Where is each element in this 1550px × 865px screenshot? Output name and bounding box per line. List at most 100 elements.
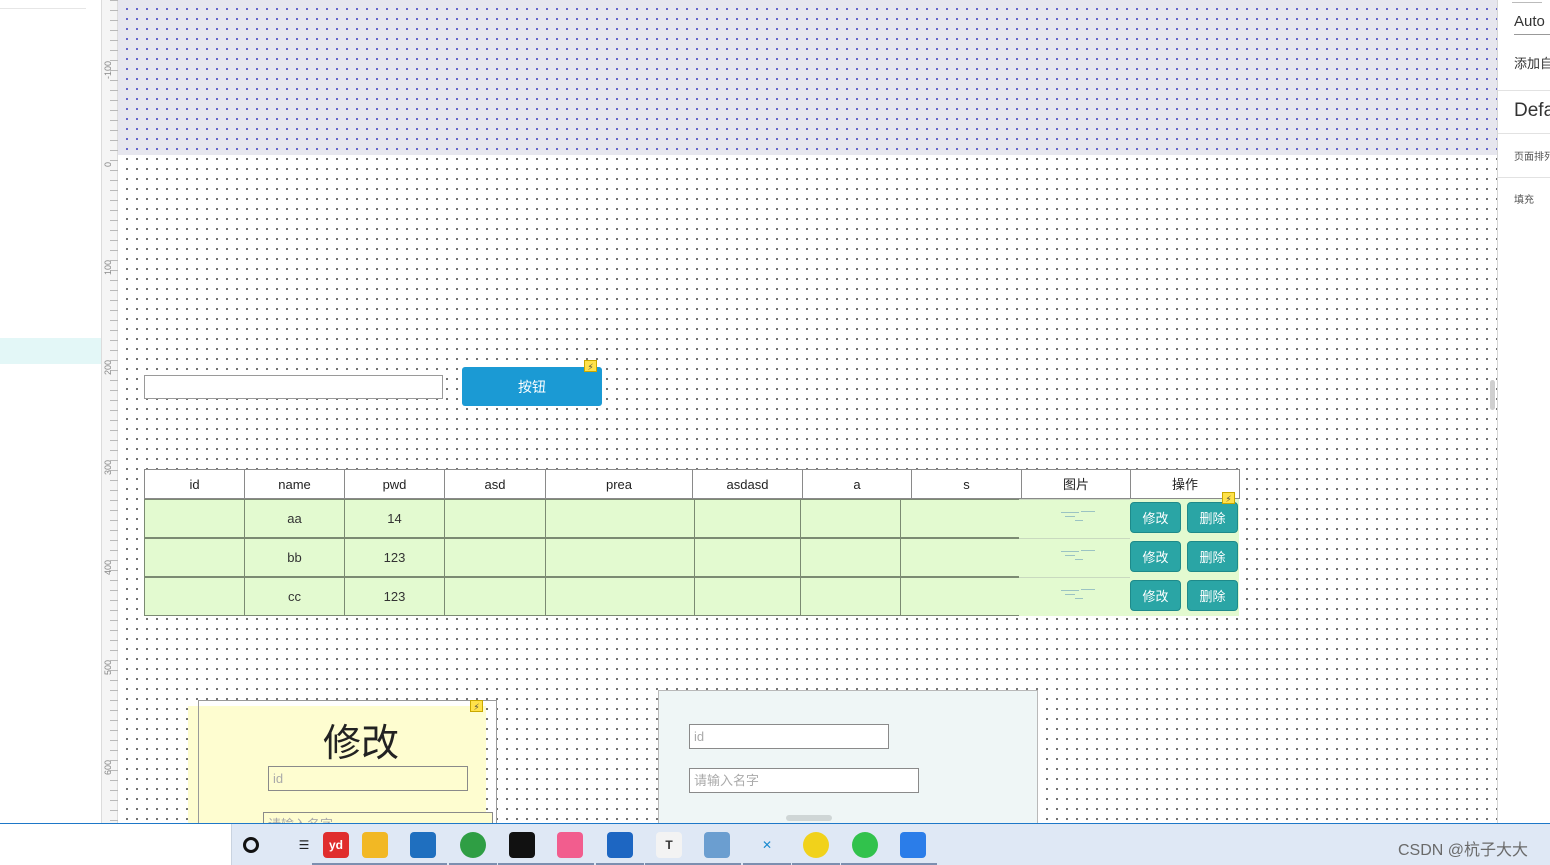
table-cell: 123: [344, 538, 445, 577]
table-cell: [800, 499, 901, 538]
taskbar-search-box[interactable]: [0, 824, 232, 865]
ruler-tick: [110, 110, 118, 111]
ruler-tick: [110, 550, 118, 551]
notebook-icon[interactable]: [704, 832, 730, 858]
ruler-label: 300: [103, 459, 113, 475]
canvas-scrollbar[interactable]: [1490, 380, 1495, 410]
image-cell: [1019, 577, 1130, 616]
wechat-icon[interactable]: [852, 832, 878, 858]
file-explorer-icon[interactable]: [362, 832, 388, 858]
typora-icon[interactable]: T: [656, 832, 682, 858]
ruler-label: 600: [103, 759, 113, 775]
interaction-bolt-icon: ⚡: [470, 700, 483, 712]
delete-row-button[interactable]: 删除: [1187, 541, 1238, 572]
ruler-tick: [110, 500, 118, 501]
delete-row-button[interactable]: 删除: [1187, 580, 1238, 611]
add-id-field[interactable]: id: [689, 724, 889, 749]
right-panel-divider: [1498, 90, 1550, 91]
table-cell: aa: [244, 499, 345, 538]
ruler-tick: [110, 800, 118, 801]
ruler-label: 100: [103, 259, 113, 275]
ruler-tick: [110, 540, 118, 541]
ruler-tick: [110, 40, 118, 41]
resize-handle[interactable]: [786, 815, 832, 821]
ruler-tick: [110, 230, 118, 231]
table-cell: [694, 499, 801, 538]
ruler-tick: [110, 160, 118, 161]
right-panel-field[interactable]: [1512, 0, 1542, 3]
column-header: id: [144, 469, 245, 499]
ruler-tick: [110, 690, 118, 691]
qq-music-icon[interactable]: [803, 832, 829, 858]
youdao-icon[interactable]: yd: [323, 832, 349, 858]
edit-row-button[interactable]: 修改: [1130, 502, 1181, 533]
axure-icon[interactable]: ✕: [754, 832, 780, 858]
table-cell: [144, 499, 245, 538]
delete-row-button[interactable]: 删除: [1187, 502, 1238, 533]
ruler-label: -100: [103, 60, 113, 79]
ruler-tick: [110, 450, 118, 451]
add-name-field[interactable]: 请输入名字: [689, 768, 919, 793]
primary-button[interactable]: 按钮: [462, 367, 602, 406]
ruler-tick: [110, 720, 118, 721]
ruler-tick: [110, 390, 118, 391]
ruler-tick: [110, 610, 118, 611]
auto-dropdown[interactable]: Auto: [1514, 13, 1550, 35]
ruler-tick: [110, 290, 118, 291]
ruler-label: 500: [103, 659, 113, 675]
left-panel-selected-item[interactable]: [0, 338, 101, 364]
edit-name-field[interactable]: 请输入名字: [263, 812, 493, 823]
feishu-icon[interactable]: [900, 832, 926, 858]
ruler-tick: [110, 280, 118, 281]
search-input[interactable]: [144, 375, 443, 399]
cortana-icon[interactable]: [243, 837, 259, 853]
design-canvas[interactable]: 按钮 ⚡ id name pwd asd prea asdasd a s 图片 操作 aa 14 修改删…: [118, 0, 1498, 823]
edit-id-field[interactable]: id: [268, 766, 468, 791]
ruler-tick: [110, 810, 118, 811]
table-cell: [444, 499, 546, 538]
left-panel-divider: [0, 8, 86, 9]
image-cell: [1019, 538, 1130, 577]
ruler-tick: [110, 510, 118, 511]
ruler-tick: [110, 530, 118, 531]
ruler-tick: [110, 630, 118, 631]
ruler-tick: [110, 820, 118, 821]
table-cell: [694, 577, 801, 616]
ruler-tick: [110, 200, 118, 201]
interaction-bolt-icon: ⚡: [1222, 492, 1235, 504]
ruler-tick: [110, 400, 118, 401]
ruler-tick: [110, 80, 118, 81]
ruler-tick: [110, 650, 118, 651]
edit-row-button[interactable]: 修改: [1130, 580, 1181, 611]
ruler-tick: [110, 710, 118, 711]
table-cell: [900, 538, 1020, 577]
default-style-label[interactable]: Defa: [1514, 100, 1550, 122]
ruler-tick: [110, 430, 118, 431]
ruler-tick: [110, 520, 118, 521]
ruler-tick: [110, 590, 118, 591]
data-table: id name pwd asd prea asdasd a s 图片 操作 aa 14 修改 删除 bb 12…: [144, 469, 1240, 616]
ruler-tick: [110, 340, 118, 341]
edit-row-button[interactable]: 修改: [1130, 541, 1181, 572]
column-header: asd: [444, 469, 546, 499]
jetbrains-icon[interactable]: [509, 832, 535, 858]
ruler-tick: [110, 490, 118, 491]
task-view-icon[interactable]: ☰: [291, 832, 317, 858]
chrome-icon[interactable]: [460, 832, 486, 858]
remote-desktop-icon[interactable]: [607, 832, 633, 858]
operation-cell: 修改 删除: [1130, 538, 1239, 577]
ruler-tick: [110, 100, 118, 101]
add-adaptive-link[interactable]: 添加自: [1514, 53, 1550, 72]
ruler-label: 0: [103, 161, 113, 167]
table-cell: [694, 538, 801, 577]
image-thumbnail: [1061, 547, 1097, 567]
ruler-tick: [110, 20, 118, 21]
column-header: pwd: [344, 469, 445, 499]
mail-icon[interactable]: [410, 832, 436, 858]
ruler-tick: [110, 600, 118, 601]
bilibili-icon[interactable]: [557, 832, 583, 858]
ruler-tick: [110, 90, 118, 91]
table-cell: 14: [344, 499, 445, 538]
right-properties-panel: Auto 添加自 Defa 页面排列 填充: [1498, 0, 1550, 823]
column-header: prea: [545, 469, 693, 499]
